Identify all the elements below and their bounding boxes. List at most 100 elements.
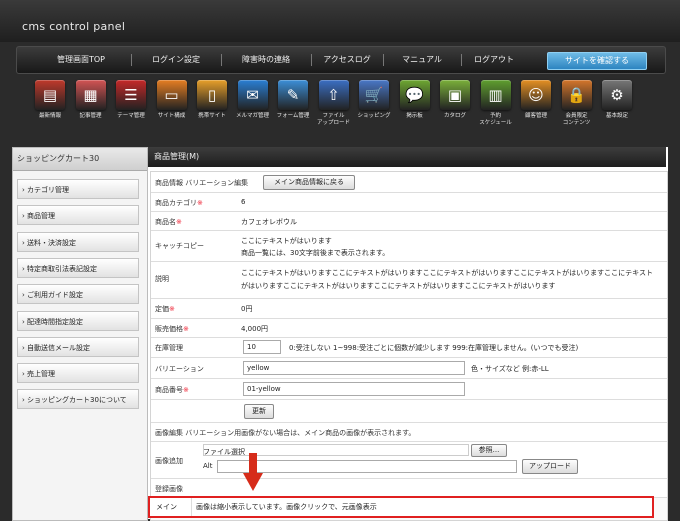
stock-label: 在庫管理 [155,344,183,352]
nav-trouble-contact[interactable]: 障害時の連絡 [221,47,311,73]
sidebar-item-categories[interactable]: › カテゴリ管理 [17,179,139,199]
required-mark: ※ [197,199,203,207]
image-add-label: 画像追加 [155,457,183,465]
gear-icon: ⚙ [602,80,632,110]
mail-icon: ✉ [237,80,268,110]
list-price-value: 0円 [241,305,253,313]
product-code-input[interactable]: 01-yellow [243,382,465,396]
alt-label: Alt [203,462,213,470]
upload-button[interactable]: アップロード [522,459,578,474]
module-cart[interactable]: 🛒 ショッピング [354,78,394,120]
sale-price-value: 4,000円 [241,325,269,333]
description-line1: ここにテキストがはいりますここにテキストがはいりますここにテキストがはいりますこ… [241,269,653,277]
module-monitor[interactable]: ▭ サイト構成 [152,78,192,120]
variation-input[interactable]: yellow [243,361,465,375]
module-label: テーマ管理 [117,113,145,119]
nav-manual[interactable]: マニュアル [383,47,461,73]
category-label: 商品カテゴリ [155,199,197,207]
list-icon: ☰ [116,80,146,110]
sidebar-item-label: ご利用ガイド設定 [27,291,84,299]
module-label: メルマガ管理 [235,113,269,119]
module-list[interactable]: ☰ テーマ管理 [111,78,151,120]
sidebar-item-delivery-time[interactable]: › 配達時間指定設定 [17,311,139,331]
required-mark: ※ [169,305,175,313]
module-mobile[interactable]: ▯ 携帯サイト [192,78,232,120]
sidebar-item-label: 配達時間指定設定 [27,318,84,326]
sidebar-item-label: カテゴリ管理 [27,186,70,194]
nav-admin-top[interactable]: 管理画面TOP [31,47,131,73]
sidebar-item-products[interactable]: › 商品管理 [17,205,139,225]
sale-price-row: 販売価格※ 4,000円 [151,319,667,338]
module-label: 記事管理 [79,113,102,119]
module-chat[interactable]: 💬 掲示板 [395,78,435,120]
update-button[interactable]: 更新 [244,404,274,419]
module-label: 携帯サイト [198,113,226,119]
nav-logout[interactable]: ログアウト [461,47,527,73]
module-catalog[interactable]: ▣ カタログ [435,78,475,120]
customers-icon: ☺ [521,80,551,110]
image-edit-text: 画像編集 バリエーション用画像がない場合は、メイン商品の画像が表示されます。 [155,429,416,437]
nav-login-settings[interactable]: ログイン設定 [131,47,221,73]
icon-glyph: ☰ [124,86,138,104]
category-value: 6 [241,198,246,206]
description-label: 説明 [155,275,169,283]
down-arrow-icon [243,453,263,491]
module-label: カタログ [443,113,466,119]
description-line2: がはいりますここにテキストがはいりますここにテキストがはいりますここにテキストが… [241,282,556,290]
icon-glyph: ▦ [83,86,98,104]
icon-glyph: 🔒 [567,86,586,104]
module-mail[interactable]: ✉ メルマガ管理 [233,78,273,120]
mobile-icon: ▯ [197,80,227,110]
sidebar-item-label: 送料・決済設定 [27,239,77,247]
module-label: 最新情報 [38,113,61,119]
icon-glyph: ▥ [488,86,503,104]
nav-access-log[interactable]: アクセスログ [311,47,383,73]
module-label: ファイル アップロード [316,113,350,126]
sidebar-item-auto-mail[interactable]: › 自動送信メール設定 [17,337,139,357]
back-to-main-product-button[interactable]: メイン商品情報に戻る [263,175,355,190]
browse-button[interactable]: 参照... [471,444,507,457]
product-name-label: 商品名 [155,218,176,226]
module-news[interactable]: ▤ 最新情報 [30,78,70,120]
view-site-button[interactable]: サイトを確認する [547,52,647,70]
icon-glyph: 🛒 [364,86,384,104]
sidebar-item-sales[interactable]: › 売上管理 [17,363,139,383]
product-name-row: 商品名※ カフェオレボウル [151,212,667,231]
sidebar-item-shipping-payment[interactable]: › 送料・決済設定 [17,232,139,252]
variation-note: 色・サイズなど 例:赤-LL [471,365,549,373]
module-articles[interactable]: ▦ 記事管理 [71,78,111,120]
catch-copy-row: キャッチコピー ここにテキストがはいります 商品一覧には、30文字前後まで表示さ… [151,231,667,262]
cart-icon: 🛒 [359,80,389,110]
update-row: 更新 [151,400,667,423]
sidebar-item-about[interactable]: › ショッピングカート30について [17,389,139,409]
app-title: cms control panel [22,20,126,33]
chat-icon: 💬 [399,80,430,110]
module-label: ショッピング [357,113,391,119]
icon-glyph: ▯ [207,86,217,104]
module-customers[interactable]: ☺ 顧客管理 [516,78,556,120]
main-image-label: メイン [156,503,177,511]
sidebar-item-guide[interactable]: › ご利用ガイド設定 [17,284,139,304]
product-code-label: 商品番号 [155,386,183,394]
category-row: 商品カテゴリ※ 6 [151,193,667,212]
sidebar: ショッピングカート30 › カテゴリ管理 › 商品管理 › 送料・決済設定 › … [12,147,148,521]
module-calendar[interactable]: ▥ 予約 スケジュール [476,78,516,127]
sidebar-item-commerce-law[interactable]: › 特定商取引法表記設定 [17,258,139,278]
image-add-row: 画像追加 ファイル選択 参照... Alt アップロード [151,442,667,479]
sidebar-item-label: 売上管理 [27,370,56,378]
stock-input[interactable]: 10 [243,340,281,354]
upload-icon: ⇧ [318,80,349,110]
module-label: フォーム管理 [276,113,310,119]
news-icon: ▤ [35,80,65,110]
icon-glyph: ✎ [286,86,300,104]
module-icon-bar: ▤ 最新情報 ▦ 記事管理 ☰ テーマ管理 ▭ サイト構成 ▯ 携帯サイト ✉ メルマガ管理 ✎ フォーム… [0,78,680,140]
module-gear[interactable]: ⚙ 基本設定 [597,78,637,120]
module-member-lock[interactable]: 🔒 会員限定 コンテンツ [557,78,597,127]
page-title: 商品管理(M) [148,147,666,167]
product-name-value: カフェオレボウル [241,218,297,226]
catch-copy-line2: 商品一覧には、30文字前後まで表示されます。 [241,249,390,257]
module-upload[interactable]: ⇧ ファイル アップロード [314,78,354,127]
module-form[interactable]: ✎ フォーム管理 [273,78,313,120]
module-label: 会員限定 コンテンツ [562,113,591,126]
image-edit-row: 画像編集 バリエーション用画像がない場合は、メイン商品の画像が表示されます。 [151,423,667,442]
